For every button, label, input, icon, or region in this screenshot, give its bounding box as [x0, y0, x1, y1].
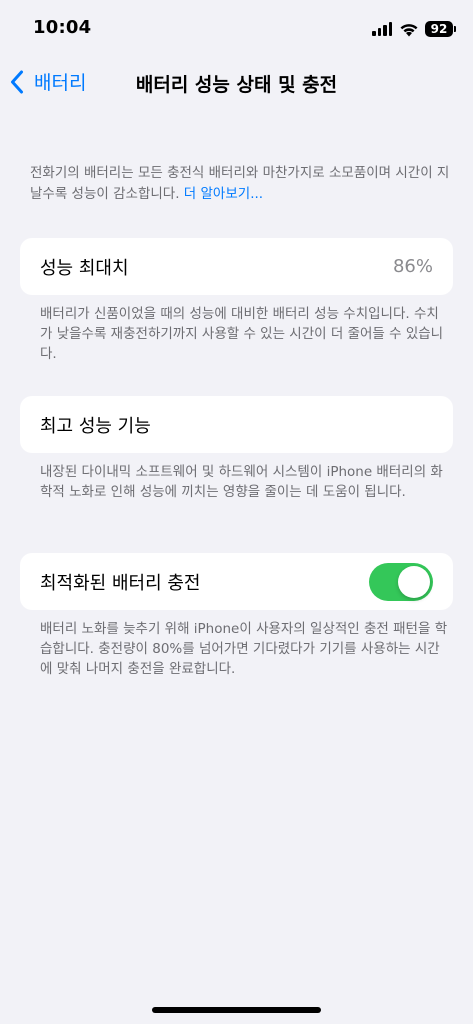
battery-icon: 92: [425, 21, 456, 37]
optimized-charging-row: 최적화된 배터리 충전: [20, 553, 453, 610]
page-title: 배터리 성능 상태 및 충전: [135, 74, 338, 96]
status-icons: 92: [372, 19, 456, 39]
optimized-charging-footnote: 배터리 노화를 늦추기 위해 iPhone이 사용자의 일상적인 충전 패턴을 …: [40, 621, 448, 677]
peak-performance-label: 최고 성능 기능: [40, 415, 151, 437]
intro-description: 전화기의 배터리는 모든 충전식 배터리와 마찬가지로 소모품이며 시간이 지날…: [30, 163, 450, 205]
cellular-signal-icon: [372, 22, 392, 36]
max-capacity-label: 성능 최대치: [40, 257, 129, 279]
optimized-charging-toggle[interactable]: [369, 562, 433, 601]
max-capacity-row: 성능 최대치 86%: [20, 238, 453, 295]
battery-health-screen: 10:04 92 배터리 배터리 성능 상태 및 충전 전화기의 배터리는 모든…: [0, 0, 473, 1024]
max-capacity-footnote: 배터리가 신품이었을 때의 성능에 대비한 배터리 성능 수치입니다. 수치가 …: [40, 306, 444, 362]
peak-performance-row: 최고 성능 기능: [20, 396, 453, 453]
max-capacity-value: 86%: [392, 256, 433, 277]
peak-performance-footnote: 내장된 다이내믹 소프트웨어 및 하드웨어 시스템이 iPhone 배터리의 화…: [40, 464, 443, 500]
wifi-icon: [400, 23, 418, 36]
optimized-charging-label: 최적화된 배터리 충전: [40, 572, 201, 594]
learn-more-link[interactable]: 더 알아보기...: [184, 186, 263, 202]
toggle-knob: [398, 565, 430, 598]
home-indicator[interactable]: [152, 1007, 321, 1013]
status-time: 10:04: [33, 17, 92, 38]
